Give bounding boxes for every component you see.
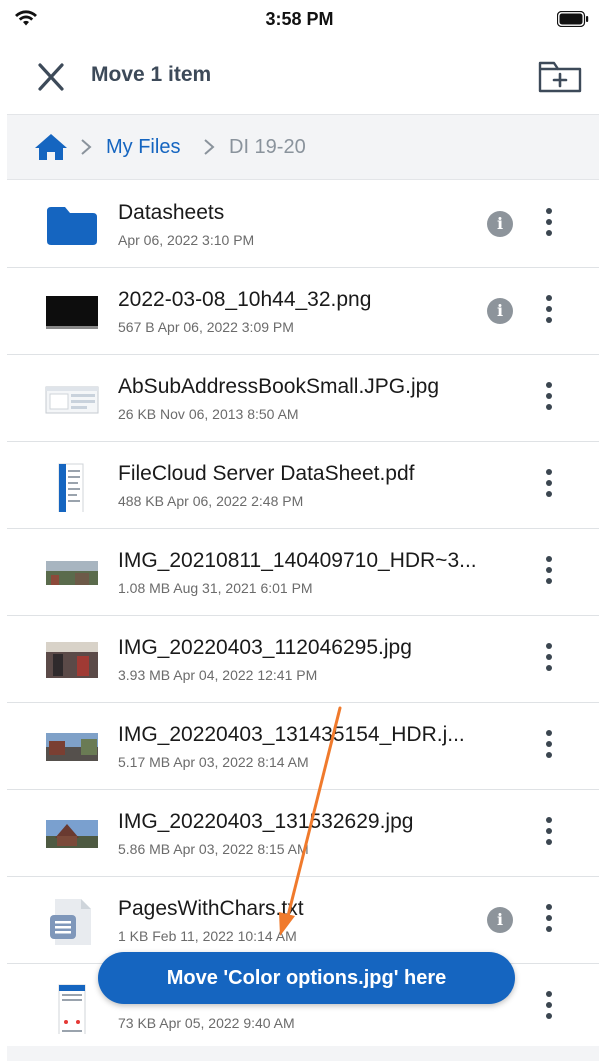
file-list: Datasheets Apr 06, 2022 3:10 PM i 2022-0… xyxy=(7,181,599,1046)
new-folder-button[interactable] xyxy=(537,57,583,97)
chevron-right-icon xyxy=(81,139,92,155)
file-meta: 26 KB Nov 06, 2013 8:50 AM xyxy=(118,406,299,422)
move-here-button[interactable]: Move 'Color options.jpg' here xyxy=(98,952,515,1004)
file-meta: 1 KB Feb 11, 2022 10:14 AM xyxy=(118,928,297,944)
image-thumbnail xyxy=(45,386,99,414)
battery-icon xyxy=(557,11,589,27)
status-time: 3:58 PM xyxy=(265,9,334,29)
file-name: IMG_20220403_112046295.jpg xyxy=(118,636,412,659)
file-meta: 1.08 MB Aug 31, 2021 6:01 PM xyxy=(118,580,313,596)
photo-thumbnail xyxy=(46,820,98,848)
image-thumbnail xyxy=(58,984,86,1034)
close-button[interactable] xyxy=(34,62,68,92)
list-item[interactable]: IMG_20220403_131532629.jpg 5.86 MB Apr 0… xyxy=(7,790,599,877)
file-name: IMG_20220403_131435154_HDR.j... xyxy=(118,723,465,746)
list-item[interactable]: PagesWithChars.txt 1 KB Feb 11, 2022 10:… xyxy=(7,877,599,964)
header-title: Move 1 item xyxy=(91,63,212,86)
file-meta: 567 B Apr 06, 2022 3:09 PM xyxy=(118,319,294,335)
file-meta: 488 KB Apr 06, 2022 2:48 PM xyxy=(118,493,304,509)
more-vertical-icon[interactable] xyxy=(539,556,559,588)
file-name: IMG_20210811_140409710_HDR~3... xyxy=(118,549,477,572)
list-item[interactable]: Datasheets Apr 06, 2022 3:10 PM i xyxy=(7,181,599,268)
file-meta: 3.93 MB Apr 04, 2022 12:41 PM xyxy=(118,667,318,683)
list-item[interactable]: IMG_20210811_140409710_HDR~3... 1.08 MB … xyxy=(7,529,599,616)
more-vertical-icon[interactable] xyxy=(539,382,559,414)
info-icon[interactable]: i xyxy=(487,907,513,933)
list-item[interactable]: FileCloud Server DataSheet.pdf 488 KB Ap… xyxy=(7,442,599,529)
more-vertical-icon[interactable] xyxy=(539,817,559,849)
chevron-right-icon xyxy=(204,139,215,155)
more-vertical-icon[interactable] xyxy=(539,643,559,675)
close-icon xyxy=(38,63,64,91)
more-vertical-icon[interactable] xyxy=(539,469,559,501)
list-item[interactable]: 2022-03-08_10h44_32.png 567 B Apr 06, 20… xyxy=(7,268,599,355)
file-name: AbSubAddressBookSmall.JPG.jpg xyxy=(118,375,439,398)
bottom-strip xyxy=(7,1046,599,1061)
file-meta: 5.86 MB Apr 03, 2022 8:15 AM xyxy=(118,841,309,857)
breadcrumb: My Files DI 19-20 xyxy=(7,114,599,180)
breadcrumb-home[interactable] xyxy=(33,132,69,162)
photo-thumbnail xyxy=(46,733,98,761)
info-icon[interactable]: i xyxy=(487,298,513,324)
breadcrumb-current: DI 19-20 xyxy=(229,136,306,158)
file-name: PagesWithChars.txt xyxy=(118,897,304,920)
more-vertical-icon[interactable] xyxy=(539,730,559,762)
status-bar: 3:58 PM xyxy=(0,0,599,40)
list-item[interactable]: AbSubAddressBookSmall.JPG.jpg 26 KB Nov … xyxy=(7,355,599,442)
file-name: FileCloud Server DataSheet.pdf xyxy=(118,462,415,485)
file-meta: 73 KB Apr 05, 2022 9:40 AM xyxy=(118,1015,295,1031)
info-icon[interactable]: i xyxy=(487,211,513,237)
file-meta: Apr 06, 2022 3:10 PM xyxy=(118,232,255,248)
more-vertical-icon[interactable] xyxy=(539,208,559,240)
text-file-icon xyxy=(50,899,91,945)
list-item[interactable]: IMG_20220403_112046295.jpg 3.93 MB Apr 0… xyxy=(7,616,599,703)
home-icon xyxy=(35,134,67,160)
file-name: Datasheets xyxy=(118,201,225,224)
file-meta: 5.17 MB Apr 03, 2022 8:14 AM xyxy=(118,754,309,770)
file-name: 2022-03-08_10h44_32.png xyxy=(118,288,372,311)
folder-plus-icon xyxy=(538,61,582,93)
folder-icon xyxy=(47,207,97,245)
file-name: IMG_20220403_131532629.jpg xyxy=(118,810,414,833)
more-vertical-icon[interactable] xyxy=(539,904,559,936)
more-vertical-icon[interactable] xyxy=(539,295,559,327)
photo-thumbnail xyxy=(46,642,98,678)
breadcrumb-my-files[interactable]: My Files xyxy=(106,136,180,159)
image-thumbnail xyxy=(46,296,98,329)
app-header: Move 1 item xyxy=(0,40,599,114)
list-item[interactable]: IMG_20220403_131435154_HDR.j... 5.17 MB … xyxy=(7,703,599,790)
more-vertical-icon[interactable] xyxy=(539,991,559,1023)
pdf-thumbnail xyxy=(58,463,84,512)
photo-thumbnail xyxy=(46,561,98,585)
